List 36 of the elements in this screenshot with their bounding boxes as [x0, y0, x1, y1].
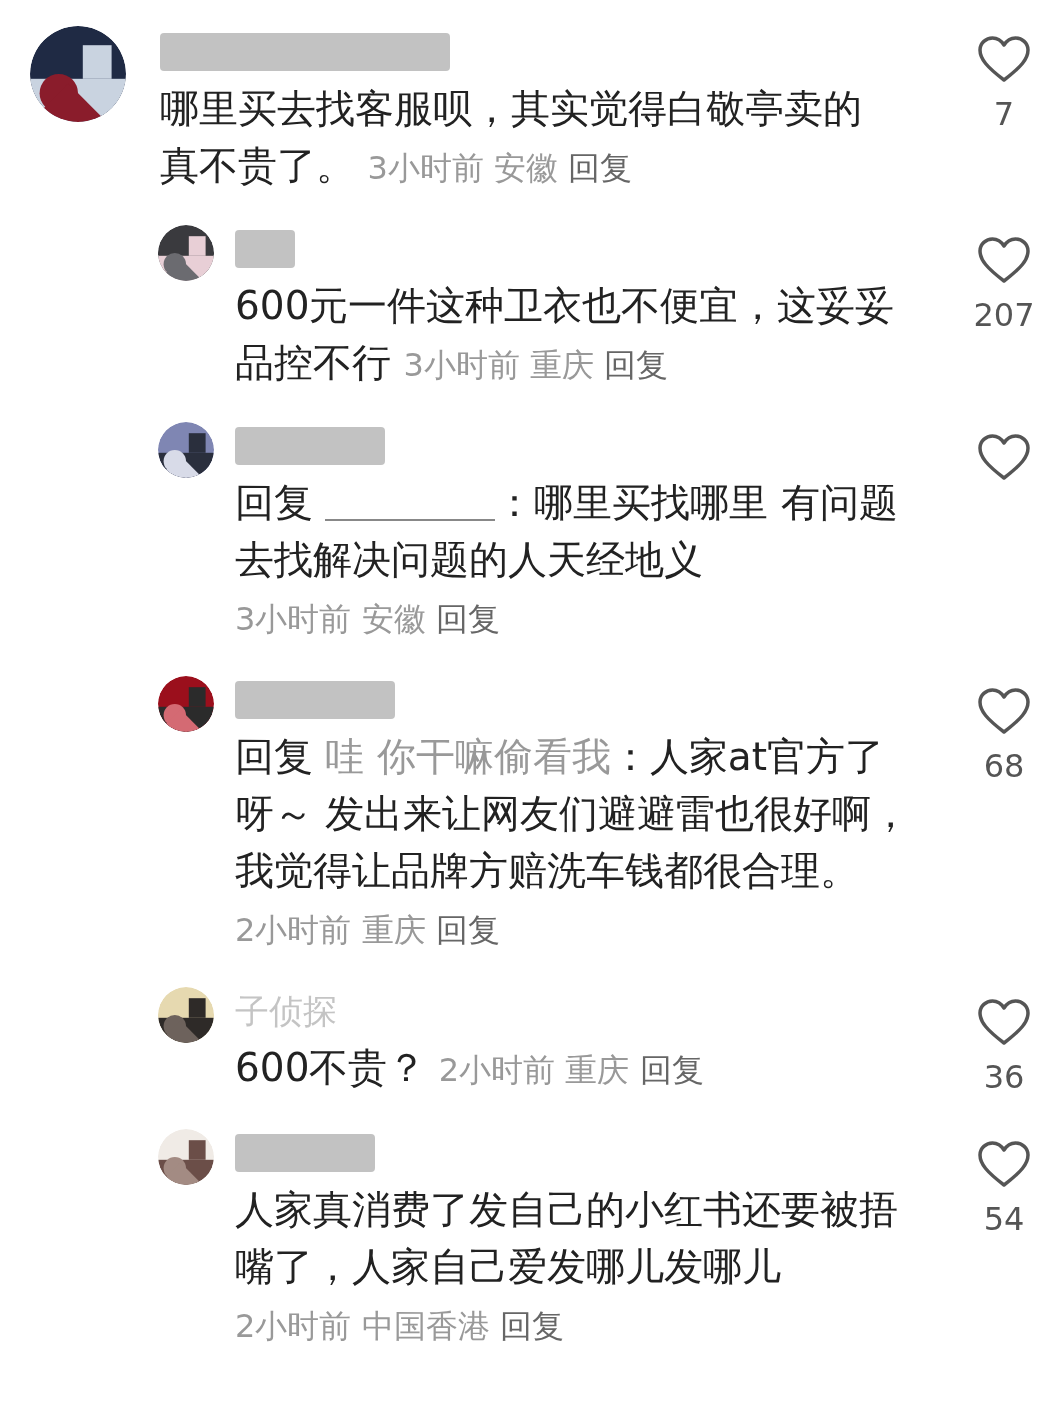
heart-icon[interactable] — [977, 237, 1031, 285]
like-count: 68 — [983, 746, 1025, 787]
location: 重庆 — [361, 911, 426, 949]
reply-link[interactable]: 回复 — [499, 1307, 564, 1345]
redacted-username — [235, 230, 295, 268]
comment-text: 600元一件这种卫衣也不便宜，这妥妥品控不行 3小时前 重庆 回复 — [235, 282, 896, 387]
reply-link[interactable]: 回复 — [568, 149, 633, 187]
comment-text: 回复 哇 你干嘛偷看我：人家at官方了呀～ 发出来让网友们避避雷也很好啊，我觉得让品牌方赔洗车钱都很合理。 2小时前 重庆 回复 — [235, 733, 912, 951]
comment-text: 回复 ：哪里买找哪里 有问题去找解决问题的人天经地义 3小时前 安徽 回复 — [235, 479, 899, 640]
like-count: 54 — [983, 1199, 1025, 1240]
heart-icon[interactable] — [977, 999, 1031, 1047]
location: 安徽 — [493, 149, 558, 187]
reply-link[interactable]: 回复 — [435, 600, 500, 638]
comment-text: 600不贵？ 2小时前 重庆 回复 — [235, 1044, 705, 1092]
location: 安徽 — [361, 600, 426, 638]
reply-link[interactable]: 回复 — [604, 346, 669, 384]
like-count: 207 — [973, 295, 1035, 336]
like-count: 7 — [993, 94, 1015, 135]
reply-link[interactable]: 回复 — [435, 911, 500, 949]
timestamp: 2小时前 — [438, 1051, 556, 1089]
heart-icon[interactable] — [977, 434, 1031, 482]
heart-icon[interactable] — [977, 36, 1031, 84]
timestamp: 2小时前 — [235, 1307, 352, 1345]
timestamp: 3小时前 — [235, 600, 352, 638]
heart-icon[interactable] — [977, 1141, 1031, 1189]
location: 中国香港 — [361, 1307, 490, 1345]
comment-text: 人家真消费了发自己的小红书还要被捂嘴了，人家自己爱发哪儿发哪儿 2小时前 中国香港 回复 — [235, 1186, 899, 1347]
heart-icon[interactable] — [977, 688, 1031, 736]
timestamp: 3小时前 — [403, 346, 520, 384]
location: 重庆 — [529, 346, 594, 384]
comment-text: 哪里买去找客服呗，其实觉得白敬亭卖的真不贵了。 3小时前 安徽 回复 — [160, 85, 863, 190]
timestamp: 3小时前 — [367, 149, 484, 187]
like-count: 36 — [983, 1057, 1025, 1098]
timestamp: 2小时前 — [235, 911, 352, 949]
location: 重庆 — [565, 1051, 630, 1089]
reply-link[interactable]: 回复 — [639, 1051, 704, 1089]
